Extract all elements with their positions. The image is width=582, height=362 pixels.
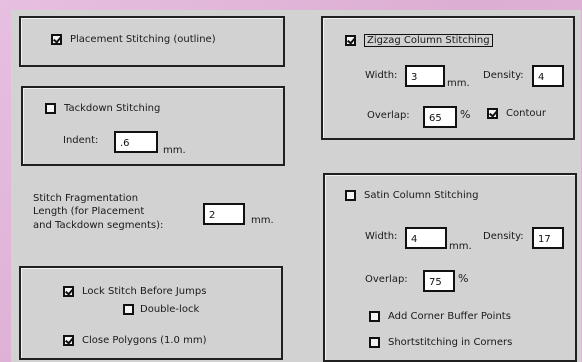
fragmentation-label-line3: and Tackdown segments): (33, 220, 164, 231)
satin-group: Satin Column Stitching Width: 4 mm. Dens… (323, 173, 577, 362)
zigzag-checkbox[interactable] (345, 35, 356, 46)
lock-stitch-row[interactable]: Lock Stitch Before Jumps (63, 286, 206, 297)
tackdown-checkbox[interactable] (45, 103, 56, 114)
zigzag-overlap-field[interactable]: 65 (423, 106, 457, 128)
satin-density-field[interactable]: 17 (532, 227, 564, 249)
zigzag-width-field[interactable]: 3 (405, 65, 445, 87)
placement-checkbox[interactable] (51, 34, 62, 45)
satin-overlap-field[interactable]: 75 (423, 270, 455, 292)
lock-stitch-label: Lock Stitch Before Jumps (82, 286, 207, 297)
zigzag-label: Zigzag Column Stitching (364, 34, 493, 47)
satin-width-field[interactable]: 4 (405, 227, 447, 249)
fragmentation-label-line2: Length (for Placement (33, 206, 145, 217)
double-lock-label: Double-lock (140, 304, 200, 315)
corner-buffer-label: Add Corner Buffer Points (388, 311, 511, 322)
fragmentation-length-field[interactable]: 2 (203, 203, 245, 225)
placement-group: Placement Stitching (outline) (19, 16, 285, 67)
zigzag-checkbox-row[interactable]: Zigzag Column Stitching (345, 34, 493, 47)
indent-label: Indent: (63, 135, 99, 146)
fragmentation-label-line1: Stitch Fragmentation (33, 193, 139, 204)
shortstitching-label: Shortstitching in Corners (388, 337, 513, 348)
placement-checkbox-row[interactable]: Placement Stitching (outline) (51, 34, 216, 45)
zigzag-group: Zigzag Column Stitching Width: 3 mm. Den… (321, 16, 575, 140)
stitch-settings-panel: Placement Stitching (outline) Tackdown S… (11, 10, 581, 362)
zigzag-overlap-label: Overlap: (367, 110, 410, 121)
indent-unit: mm. (163, 145, 186, 156)
satin-overlap-label: Overlap: (365, 274, 408, 285)
tackdown-checkbox-row[interactable]: Tackdown Stitching (45, 103, 160, 114)
contour-label: Contour (506, 108, 546, 119)
corner-buffer-row[interactable]: Add Corner Buffer Points (369, 311, 511, 322)
shortstitching-checkbox[interactable] (369, 337, 380, 348)
zigzag-overlap-unit: % (460, 108, 471, 121)
satin-width-unit: mm. (449, 241, 472, 252)
satin-width-label: Width: (365, 231, 398, 242)
double-lock-checkbox[interactable] (123, 304, 134, 315)
zigzag-width-unit: mm. (447, 78, 470, 89)
satin-checkbox-row[interactable]: Satin Column Stitching (345, 190, 478, 201)
double-lock-row[interactable]: Double-lock (123, 304, 199, 315)
shortstitching-row[interactable]: Shortstitching in Corners (369, 337, 512, 348)
zigzag-width-label: Width: (365, 70, 398, 81)
zigzag-density-label: Density: (483, 70, 524, 81)
lock-stitch-group: Lock Stitch Before Jumps Double-lock Clo… (19, 266, 283, 360)
close-polygons-checkbox[interactable] (63, 335, 74, 346)
tackdown-group: Tackdown Stitching Indent: .6 mm. (21, 86, 285, 166)
zigzag-density-field[interactable]: 4 (532, 65, 564, 87)
contour-checkbox[interactable] (487, 108, 498, 119)
placement-label: Placement Stitching (outline) (70, 34, 216, 45)
fragmentation-unit: mm. (251, 215, 274, 226)
lock-stitch-checkbox[interactable] (63, 286, 74, 297)
close-polygons-row[interactable]: Close Polygons (1.0 mm) (63, 335, 206, 346)
corner-buffer-checkbox[interactable] (369, 311, 380, 322)
tackdown-label: Tackdown Stitching (64, 103, 161, 114)
satin-label: Satin Column Stitching (364, 190, 479, 201)
contour-row[interactable]: Contour (487, 108, 546, 119)
satin-density-label: Density: (483, 231, 524, 242)
satin-checkbox[interactable] (345, 190, 356, 201)
indent-field[interactable]: .6 (114, 131, 158, 153)
close-polygons-label: Close Polygons (1.0 mm) (82, 335, 207, 346)
satin-overlap-unit: % (458, 272, 469, 285)
